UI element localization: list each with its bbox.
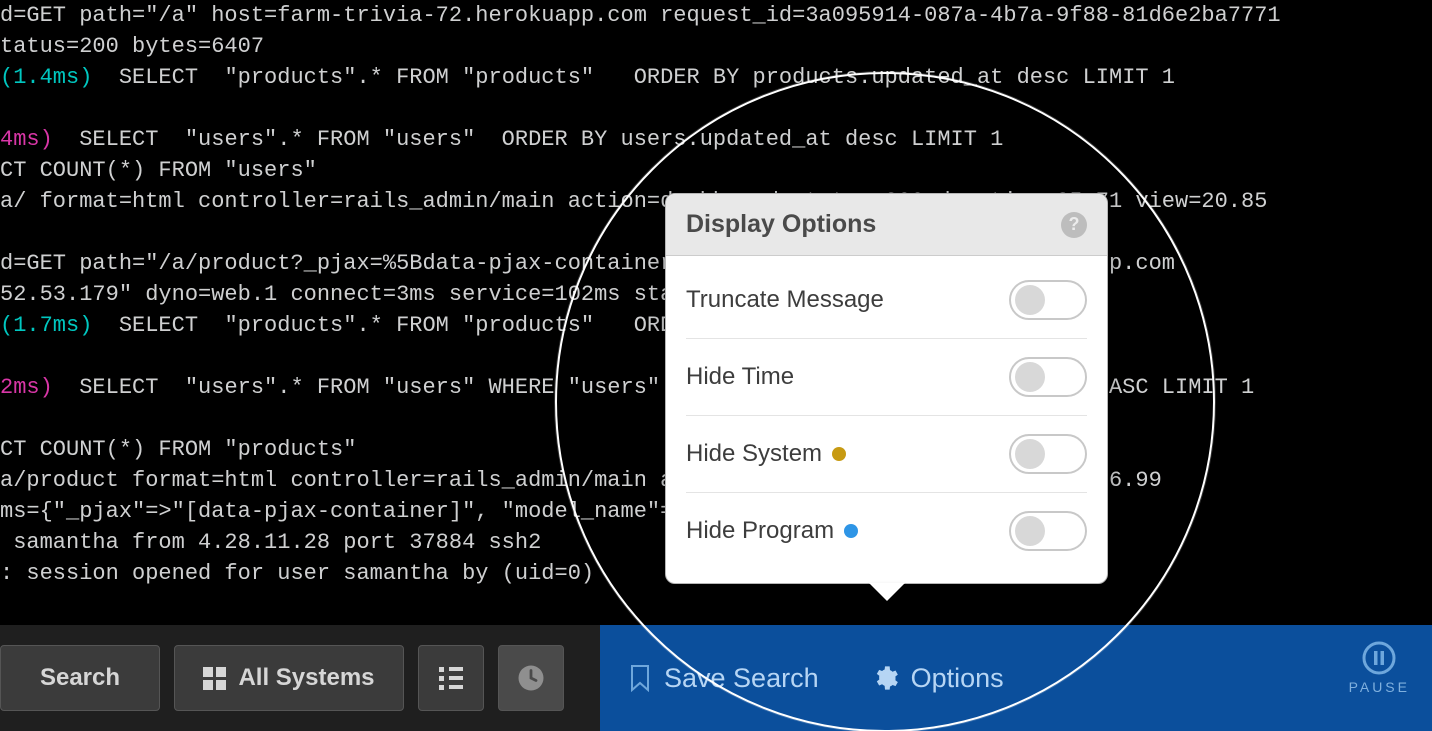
pause-icon [1362, 641, 1396, 675]
log-segment [0, 96, 13, 121]
display-option-label: Hide Program [686, 517, 858, 545]
log-segment: SELECT "users".* FROM "users" ORDER BY u… [53, 127, 1004, 152]
gear-icon [871, 664, 899, 692]
search-button-label: Search [40, 664, 120, 692]
display-option-text: Hide Time [686, 363, 794, 391]
display-option-label: Hide System [686, 440, 846, 468]
log-segment: (1.7ms) [0, 313, 92, 338]
log-line: d=GET path="/a" host=farm-trivia-72.hero… [0, 0, 1432, 31]
toggle-knob [1015, 285, 1045, 315]
popover-header: Display Options ? [666, 194, 1107, 256]
help-icon[interactable]: ? [1061, 212, 1087, 238]
popover-title: Display Options [686, 210, 876, 239]
toolbar-left: Search All Systems [0, 625, 600, 731]
save-search-label: Save Search [664, 663, 819, 694]
log-segment: (1.4ms) [0, 65, 92, 90]
log-segment: samantha from 4.28.11.28 port 37884 ssh2 [0, 530, 541, 555]
log-line: (1.4ms) SELECT "products".* FROM "produc… [0, 62, 1432, 93]
color-dot-icon [844, 524, 858, 538]
toolbar-right: Save Search Options PAUSE [600, 625, 1432, 731]
display-option-text: Hide System [686, 440, 822, 468]
log-segment [0, 220, 13, 245]
log-segment: : session opened for user samantha by (u… [0, 561, 594, 586]
popover-body: Truncate Message Hide Time Hide System Hide… [666, 256, 1107, 583]
pause-button[interactable]: PAUSE [1349, 641, 1410, 695]
time-button[interactable] [498, 645, 564, 711]
log-line: 4ms) SELECT "users".* FROM "users" ORDER… [0, 124, 1432, 155]
grid-icon [203, 667, 226, 690]
display-option-label: Truncate Message [686, 286, 884, 314]
toggle-knob [1015, 439, 1045, 469]
display-option-toggle[interactable] [1009, 511, 1087, 551]
pause-label: PAUSE [1349, 679, 1410, 695]
log-segment [0, 406, 13, 431]
log-line: CT COUNT(*) FROM "users" [0, 155, 1432, 186]
display-option-row: Hide Program [686, 493, 1087, 569]
list-view-button[interactable] [418, 645, 484, 711]
display-option-label: Hide Time [686, 363, 794, 391]
clock-icon [516, 663, 546, 693]
display-option-toggle[interactable] [1009, 434, 1087, 474]
log-segment: 2ms) [0, 375, 53, 400]
log-segment: CT COUNT(*) FROM "products" [0, 437, 356, 462]
display-option-text: Truncate Message [686, 286, 884, 314]
bookmark-icon [628, 664, 652, 692]
options-button[interactable]: Options [871, 663, 1004, 694]
toggle-knob [1015, 516, 1045, 546]
toggle-knob [1015, 362, 1045, 392]
all-systems-button[interactable]: All Systems [174, 645, 404, 711]
log-segment [0, 344, 13, 369]
display-options-popover: Display Options ? Truncate Message Hide T… [665, 193, 1108, 584]
display-option-row: Hide System [686, 416, 1087, 493]
list-icon [439, 667, 463, 690]
log-segment: 4ms) [0, 127, 53, 152]
search-button[interactable]: Search [0, 645, 160, 711]
display-option-text: Hide Program [686, 517, 834, 545]
log-segment: tatus=200 bytes=6407 [0, 34, 264, 59]
save-search-button[interactable]: Save Search [628, 663, 819, 694]
display-option-row: Hide Time [686, 339, 1087, 416]
display-option-row: Truncate Message [686, 262, 1087, 339]
display-option-toggle[interactable] [1009, 357, 1087, 397]
log-segment: d=GET path="/a" host=farm-trivia-72.hero… [0, 3, 1281, 28]
color-dot-icon [832, 447, 846, 461]
log-line [0, 93, 1432, 124]
log-line: tatus=200 bytes=6407 [0, 31, 1432, 62]
display-option-toggle[interactable] [1009, 280, 1087, 320]
options-label: Options [911, 663, 1004, 694]
log-segment: CT COUNT(*) FROM "users" [0, 158, 317, 183]
log-segment: SELECT "products".* FROM "products" ORDE… [92, 65, 1175, 90]
all-systems-label: All Systems [238, 664, 374, 692]
bottom-toolbar: Search All Systems Save Search [0, 625, 1432, 731]
